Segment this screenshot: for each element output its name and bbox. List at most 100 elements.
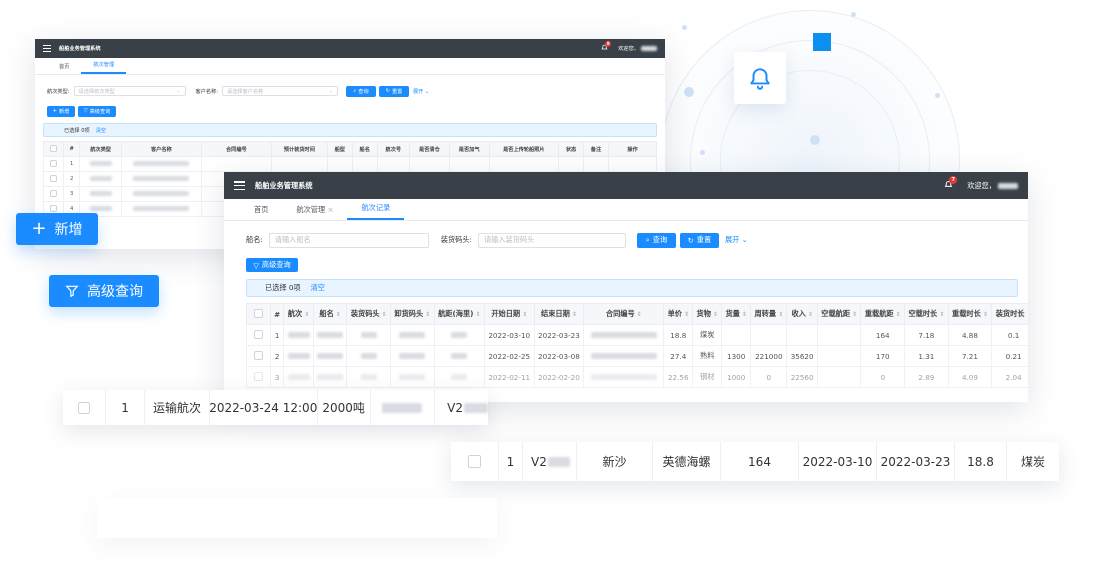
- advanced-search-label: 高级查询: [89, 108, 111, 115]
- advanced-search-button[interactable]: ▽ 高级查询: [246, 258, 298, 272]
- column-header[interactable]: 收入 ⇕: [786, 303, 818, 325]
- tab-voyage-records[interactable]: 航次记录: [347, 203, 405, 220]
- sort-icon[interactable]: ⇕: [896, 311, 901, 318]
- search-button[interactable]: ⌕ 查询: [346, 85, 376, 97]
- sort-icon[interactable]: ⇕: [852, 311, 857, 318]
- column-header[interactable]: 航次 ⇕: [283, 303, 314, 325]
- voyage-type-select[interactable]: 请选择航次类型 ⌄: [73, 86, 186, 96]
- sort-icon[interactable]: ⇕: [475, 311, 480, 318]
- code-prefix: V2: [447, 400, 463, 415]
- column-header[interactable]: 重载时长 ⇕: [947, 303, 993, 325]
- sort-icon[interactable]: ⇕: [713, 311, 718, 318]
- row-checkbox[interactable]: [468, 455, 481, 468]
- column-header[interactable]: 周转量 ⇕: [750, 303, 788, 325]
- customer-select[interactable]: 请选择客户名称 ⌄: [222, 86, 338, 96]
- row-checkbox-cell[interactable]: [246, 366, 271, 388]
- column-header[interactable]: 客户名称: [120, 141, 202, 157]
- close-icon[interactable]: ×: [327, 205, 333, 214]
- row-checkbox-cell[interactable]: [246, 324, 271, 346]
- column-header[interactable]: 空载时长 ⇕: [904, 303, 949, 325]
- sort-icon[interactable]: ⇕: [939, 311, 944, 318]
- column-header[interactable]: 装货码头 ⇕: [346, 303, 392, 325]
- floating-row-record[interactable]: 1 V2 新沙 英德海螺 164 2022-03-10 2022-03-23 1…: [451, 442, 1059, 481]
- column-header[interactable]: 船名 ⇕: [312, 303, 348, 325]
- row-checkbox[interactable]: [78, 401, 91, 414]
- voyage-type-placeholder: 请选择航次类型: [78, 88, 115, 95]
- table-row[interactable]: 3 2022-02-11 2022-02-20 22.56 钢材 1000 0 …: [246, 366, 1028, 388]
- column-header[interactable]: 开始日期 ⇕: [483, 303, 535, 325]
- select-all-cell[interactable]: [42, 141, 65, 157]
- expand-link[interactable]: 展开 ⌄: [725, 235, 748, 245]
- tab-voyage-management[interactable]: 航次管理: [81, 61, 127, 74]
- search-button[interactable]: ⌕ 查询: [636, 232, 676, 248]
- weight-cell: 2000吨: [318, 390, 371, 425]
- select-all-checkbox[interactable]: [50, 144, 58, 152]
- sort-icon[interactable]: ⇕: [572, 311, 577, 318]
- sort-icon[interactable]: ⇕: [336, 311, 341, 318]
- column-header[interactable]: 卸货码头 ⇕: [390, 303, 435, 325]
- floating-row-transport[interactable]: 1 运输航次 2022-03-24 12:00 2000吨 V2: [63, 390, 488, 425]
- column-header[interactable]: 结束日期 ⇕: [533, 303, 585, 325]
- sort-icon[interactable]: ⇕: [778, 311, 783, 318]
- column-header[interactable]: 空载航距 ⇕: [816, 303, 862, 325]
- column-header[interactable]: 航距(海里) ⇕: [433, 303, 485, 325]
- notification-bell[interactable]: 7: [944, 176, 958, 191]
- advanced-search-button-enlarged[interactable]: 高级查询: [49, 275, 159, 307]
- row-checkbox-cell[interactable]: [451, 442, 499, 481]
- advanced-search-button[interactable]: ▽ 高级查询: [78, 105, 116, 117]
- sort-icon[interactable]: ⇕: [382, 311, 387, 318]
- column-header[interactable]: 合同编号: [200, 141, 272, 157]
- row-checkbox[interactable]: [50, 189, 58, 197]
- row-checkbox[interactable]: [50, 159, 58, 167]
- row-checkbox[interactable]: [254, 371, 263, 381]
- select-all-cell[interactable]: [246, 303, 271, 325]
- reset-button[interactable]: ↻ 重置: [379, 85, 409, 97]
- menu-icon[interactable]: [43, 45, 51, 52]
- bell-card[interactable]: [734, 52, 786, 104]
- table-row[interactable]: 1: [42, 156, 657, 172]
- column-header[interactable]: 装货时长⇕: [991, 303, 1028, 325]
- ship-name-input[interactable]: 请输入船名: [268, 232, 429, 248]
- row-checkbox-cell[interactable]: [42, 186, 65, 202]
- expand-link[interactable]: 展开 ⌄: [413, 88, 429, 95]
- sort-icon[interactable]: ⇕: [304, 311, 309, 318]
- column-header[interactable]: 重载航距 ⇕: [860, 303, 906, 325]
- column-header[interactable]: 货量 ⇕: [721, 303, 752, 325]
- menu-icon[interactable]: [234, 181, 245, 190]
- sort-icon[interactable]: ⇕: [684, 311, 689, 318]
- row-checkbox-cell[interactable]: [246, 345, 271, 367]
- notification-bell[interactable]: 8: [601, 41, 612, 53]
- row-checkbox[interactable]: [254, 329, 263, 339]
- column-header[interactable]: 货物 ⇕: [692, 303, 723, 325]
- sort-icon[interactable]: ⇕: [1026, 311, 1028, 318]
- row-checkbox[interactable]: [254, 350, 263, 360]
- row-checkbox[interactable]: [50, 204, 58, 212]
- row-checkbox-cell[interactable]: [63, 390, 107, 425]
- sort-icon[interactable]: ⇕: [637, 311, 642, 318]
- row-checkbox-cell[interactable]: [42, 156, 65, 172]
- column-header[interactable]: 航次类型: [79, 141, 122, 157]
- sort-icon[interactable]: ⇕: [742, 311, 747, 318]
- tab-home[interactable]: 首页: [240, 205, 282, 220]
- sort-icon[interactable]: ⇕: [425, 311, 430, 318]
- add-button-enlarged[interactable]: + 新增: [16, 213, 98, 245]
- clear-selection-link[interactable]: 清空: [96, 127, 106, 134]
- reset-button[interactable]: ↻ 重置: [679, 232, 719, 248]
- loading-port-input[interactable]: 请输入装货码头: [477, 232, 626, 248]
- column-header[interactable]: 合同编号 ⇕: [583, 303, 665, 325]
- select-all-checkbox[interactable]: [254, 308, 263, 318]
- cell: 4.09: [947, 366, 993, 388]
- sort-icon[interactable]: ⇕: [808, 311, 813, 318]
- clear-selection-link[interactable]: 清空: [311, 283, 325, 293]
- sort-icon[interactable]: ⇕: [522, 311, 527, 318]
- row-checkbox-cell[interactable]: [42, 171, 65, 187]
- row-checkbox[interactable]: [50, 174, 58, 182]
- sort-icon[interactable]: ⇕: [983, 311, 988, 318]
- column-header[interactable]: 预计装货时间: [270, 141, 328, 157]
- table-row[interactable]: 2 2022-02-25 2022-03-08 27.4 熟料 1300 221…: [246, 345, 1028, 367]
- column-header[interactable]: 单价 ⇕: [663, 303, 694, 325]
- tab-voyage-management[interactable]: 航次管理 ×: [282, 205, 347, 220]
- table-row[interactable]: 1 2022-03-10 2022-03-23 18.8 煤炭 164 7.18…: [246, 324, 1028, 346]
- add-button[interactable]: + 新增: [47, 105, 75, 117]
- tab-home[interactable]: 首页: [47, 63, 81, 74]
